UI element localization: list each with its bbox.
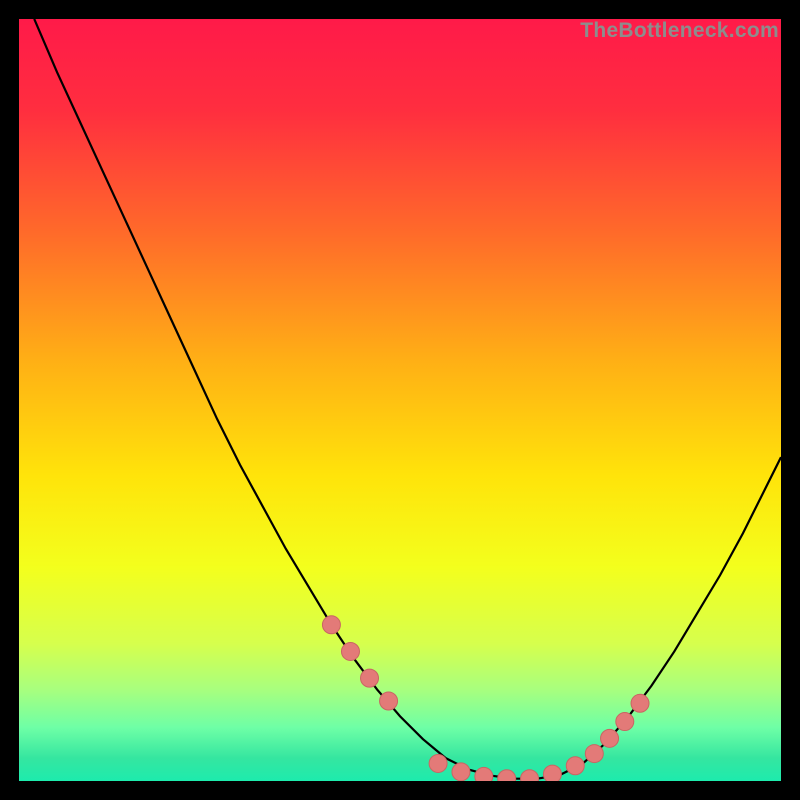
- curve-marker: [543, 765, 561, 781]
- curve-line: [34, 19, 781, 779]
- chart-frame: TheBottleneck.com: [19, 19, 781, 781]
- curve-marker: [631, 694, 649, 712]
- curve-marker: [341, 642, 359, 660]
- curve-marker: [498, 770, 516, 781]
- curve-marker: [452, 763, 470, 781]
- curve-marker: [601, 729, 619, 747]
- watermark-text: TheBottleneck.com: [580, 19, 779, 43]
- plot-area: TheBottleneck.com: [19, 19, 781, 781]
- curve-marker: [429, 754, 447, 772]
- curve-marker: [322, 616, 340, 634]
- curve-markers: [322, 616, 649, 781]
- curve-marker: [361, 669, 379, 687]
- curve-marker: [616, 713, 634, 731]
- curve-marker: [380, 692, 398, 710]
- curve-marker: [566, 757, 584, 775]
- bottleneck-curve: [19, 19, 781, 781]
- curve-marker: [475, 767, 493, 781]
- curve-marker: [585, 745, 603, 763]
- curve-marker: [521, 770, 539, 781]
